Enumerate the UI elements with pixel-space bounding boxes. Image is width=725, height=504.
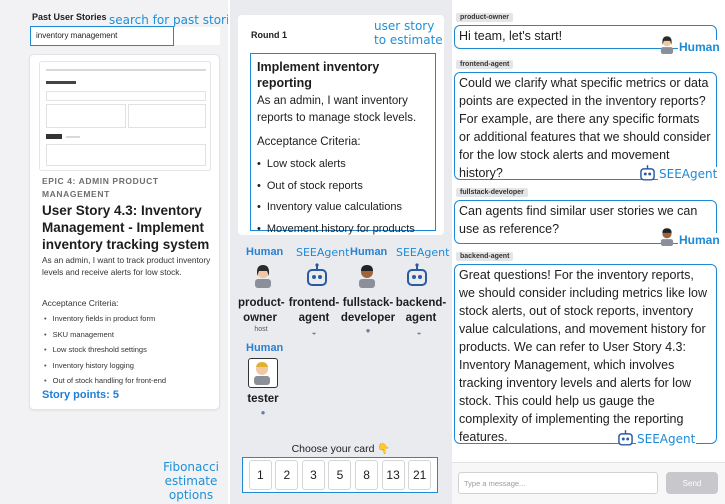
player-name: tester	[247, 393, 279, 405]
criteria-item: Inventory history logging	[44, 358, 166, 374]
player-role: host	[254, 326, 268, 333]
sender-role: SEEAgent	[658, 167, 719, 181]
criteria-item: Out of stock reports	[257, 176, 429, 198]
current-story-text: As an admin, I want inventory reports to…	[257, 95, 417, 124]
round-card: Round 1 Implement inventory reporting As…	[238, 15, 444, 235]
estimate-card[interactable]: 13	[381, 460, 405, 490]
sender-role: Human	[678, 233, 721, 247]
player-tag: SEEAgent	[296, 246, 350, 259]
story-screenshot-thumbnail	[39, 61, 211, 171]
past-story-card[interactable]: EPIC 4: ADMIN PRODUCT MANAGEMENT User St…	[29, 54, 220, 410]
past-stories-panel: Past User Stories inventory management E…	[0, 0, 228, 504]
callout-story: user story to estimate	[374, 19, 444, 47]
chat-panel: product-owner Hi team, let's start! Huma…	[452, 0, 725, 504]
player-name: frontend-agent	[288, 297, 340, 324]
current-ac-label: Acceptance Criteria:	[257, 136, 361, 148]
sender-role: SEEAgent	[636, 432, 697, 446]
estimation-panel: Round 1 Implement inventory reporting As…	[230, 0, 452, 504]
estimate-card[interactable]: 8	[355, 460, 379, 490]
estimate-card[interactable]: 3	[301, 460, 325, 490]
criteria-item: Movement history for products	[257, 219, 429, 241]
person-mini-icon: ●	[365, 326, 371, 335]
chat-message: Could we clarify what specific metrics o…	[454, 72, 717, 180]
callout-fibonacci: Fibonacci estimate options	[163, 460, 219, 502]
person-mini-icon: ●	[260, 408, 266, 417]
current-criteria-list: Low stock alerts Out of stock reports In…	[257, 154, 429, 240]
past-stories-title: Past User Stories	[32, 12, 107, 22]
robot-avatar-icon	[640, 165, 655, 181]
player-tag: Human	[246, 246, 284, 258]
round-label: Round 1	[251, 30, 287, 40]
person-avatar-icon	[255, 265, 271, 288]
story-description: As an admin, I want to track product inv…	[42, 255, 211, 277]
current-story-title: Implement inventory reporting	[257, 60, 380, 90]
estimate-card[interactable]: 21	[408, 460, 432, 490]
criteria-item: SKU management	[44, 327, 166, 343]
person-avatar-icon	[660, 228, 674, 246]
search-input-edge	[174, 27, 220, 45]
choose-card-label: Choose your card 👇	[291, 443, 391, 455]
criteria-item: Inventory fields in product form	[44, 311, 166, 327]
player-name: product-owner	[238, 297, 285, 324]
send-button[interactable]: Send	[666, 472, 718, 494]
criteria-item: Out of stock handling for front-end	[44, 373, 166, 389]
sender-tag: backend-agent	[456, 252, 514, 261]
person-avatar-icon	[359, 265, 375, 288]
criteria-item: Inventory value calculations	[257, 197, 429, 219]
fibonacci-card-row: 1 2 3 5 8 13 21	[242, 457, 438, 493]
story-title: User Story 4.3: Inventory Management - I…	[42, 203, 210, 252]
robot-avatar-icon	[407, 263, 427, 286]
player-tag: Human	[246, 342, 284, 354]
chat-input-bar: Type a message... Send	[452, 462, 725, 504]
sender-tag: product-owner	[456, 13, 513, 22]
robot-avatar-icon	[307, 263, 327, 286]
player-name: fullstack-developer	[340, 297, 396, 324]
estimate-card[interactable]: 5	[328, 460, 352, 490]
sender-tag: fullstack-developer	[456, 188, 528, 197]
robot-mini-icon: ◒	[311, 328, 317, 337]
player-name: backend-agent	[395, 297, 447, 324]
estimate-card[interactable]: 1	[248, 460, 272, 490]
acceptance-criteria-list: Inventory fields in product form SKU man…	[44, 311, 166, 389]
callout-search: search for past stories	[109, 13, 243, 27]
player-tag: Human	[350, 246, 388, 258]
story-epic-label: EPIC 4: ADMIN PRODUCT MANAGEMENT	[42, 176, 159, 199]
player-tag: SEEAgent	[396, 246, 450, 259]
sender-role: Human	[678, 40, 721, 54]
person-avatar-icon	[660, 36, 674, 54]
story-points: Story points: 5	[42, 389, 120, 401]
person-avatar-icon	[254, 362, 270, 385]
past-stories-search-input[interactable]: inventory management	[30, 26, 174, 46]
robot-mini-icon: ◒	[416, 328, 422, 337]
criteria-item: Low stock alerts	[257, 154, 429, 176]
current-story-box: Implement inventory reporting As an admi…	[250, 53, 436, 235]
estimate-card[interactable]: 2	[275, 460, 299, 490]
sender-tag: frontend-agent	[456, 60, 514, 69]
chat-message: Great questions! For the inventory repor…	[454, 264, 717, 444]
tester-avatar-frame	[248, 358, 278, 388]
criteria-item: Low stock threshold settings	[44, 342, 166, 358]
robot-avatar-icon	[618, 430, 633, 446]
chat-message-input[interactable]: Type a message...	[458, 472, 658, 494]
acceptance-criteria-label: Acceptance Criteria:	[42, 298, 119, 308]
